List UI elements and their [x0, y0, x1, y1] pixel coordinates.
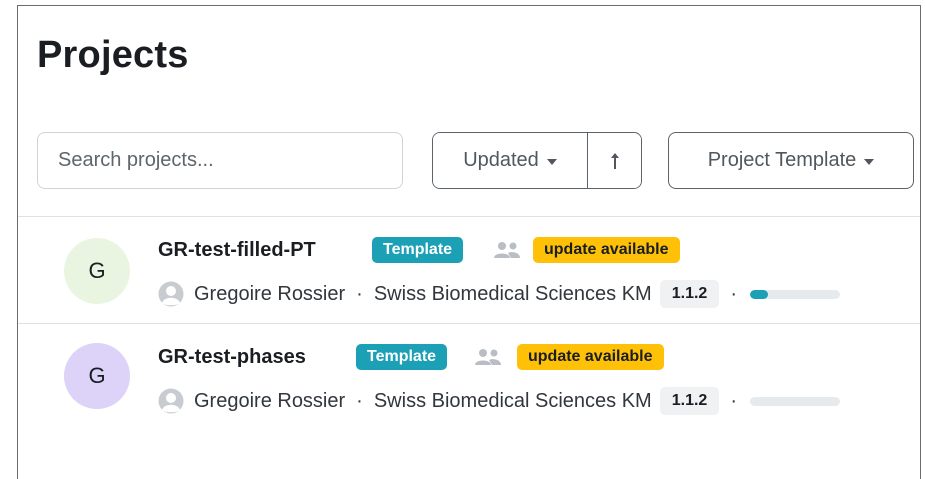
update-available-badge: update available	[517, 344, 664, 370]
progress-bar	[749, 289, 840, 299]
separator: ·	[356, 389, 363, 412]
users-icon	[475, 349, 501, 365]
page-title: Projects	[37, 34, 189, 76]
caret-down-icon	[864, 158, 875, 165]
template-badge: Template	[356, 344, 448, 370]
version-badge: 1.1.2	[659, 387, 720, 415]
users-icon	[494, 242, 520, 258]
project-name-link[interactable]: GR-test-filled-PT	[158, 239, 316, 262]
project-template-filter-dropdown[interactable]: Project Template	[668, 132, 914, 189]
search-input[interactable]	[37, 132, 403, 189]
sort-by-dropdown[interactable]: Updated	[433, 133, 588, 188]
project-meta: Gregoire Rossier · Swiss Biomedical Scie…	[158, 280, 840, 308]
template-badge: Template	[372, 237, 464, 263]
progress-bar	[749, 396, 840, 406]
user-avatar-icon	[158, 281, 184, 307]
project-avatar: G	[64, 343, 130, 409]
arrow-up-icon	[610, 152, 619, 169]
separator: ·	[356, 282, 363, 305]
sort-direction-button[interactable]	[588, 133, 641, 188]
separator: ·	[730, 282, 737, 305]
update-available-badge: update available	[533, 237, 680, 263]
separator: ·	[730, 389, 737, 412]
knowledge-model-name: Swiss Biomedical Sciences KM	[373, 282, 652, 305]
filter-label: Project Template	[707, 149, 857, 171]
version-badge: 1.1.2	[659, 280, 720, 308]
knowledge-model-name: Swiss Biomedical Sciences KM	[373, 389, 652, 412]
progress-fill	[749, 289, 768, 299]
project-avatar: G	[64, 238, 130, 304]
sort-by-label: Updated	[463, 149, 539, 171]
owner-name: Gregoire Rossier	[194, 389, 346, 412]
projects-panel: Projects Updated Project Template G GR-t…	[17, 5, 921, 479]
project-name-link[interactable]: GR-test-phases	[158, 346, 306, 369]
user-avatar-icon	[158, 388, 184, 414]
project-row[interactable]: G GR-test-phases Template update availab…	[18, 324, 920, 430]
project-row[interactable]: G GR-test-filled-PT Template update avai…	[18, 217, 920, 323]
owner-name: Gregoire Rossier	[194, 282, 346, 305]
sort-button-group: Updated	[432, 132, 642, 189]
project-meta: Gregoire Rossier · Swiss Biomedical Scie…	[158, 387, 840, 415]
caret-down-icon	[546, 158, 557, 165]
